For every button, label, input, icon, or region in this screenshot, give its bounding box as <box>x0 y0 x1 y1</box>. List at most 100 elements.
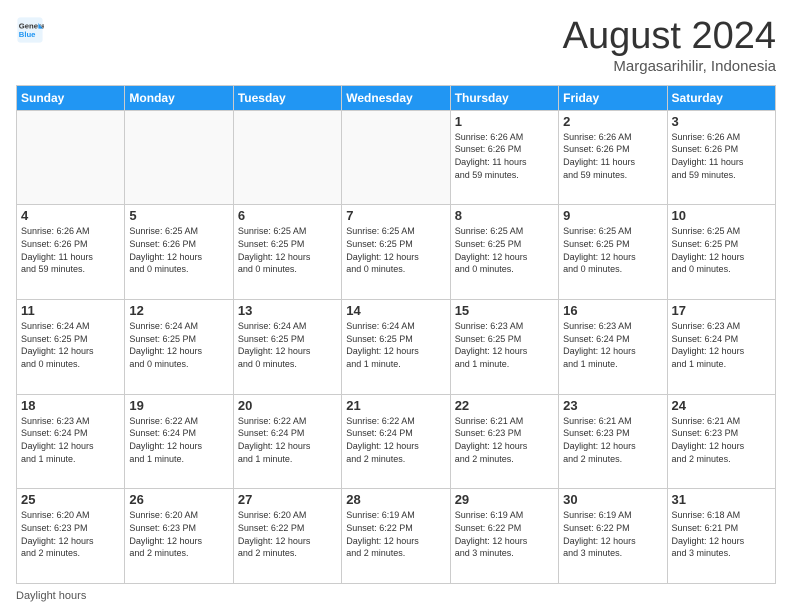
day-number: 16 <box>563 303 662 318</box>
day-number: 17 <box>672 303 771 318</box>
day-number: 14 <box>346 303 445 318</box>
day-info: Sunrise: 6:24 AM Sunset: 6:25 PM Dayligh… <box>21 320 120 370</box>
day-info: Sunrise: 6:26 AM Sunset: 6:26 PM Dayligh… <box>672 131 771 181</box>
day-info: Sunrise: 6:19 AM Sunset: 6:22 PM Dayligh… <box>455 509 554 559</box>
month-title: August 2024 <box>563 16 776 58</box>
day-info: Sunrise: 6:19 AM Sunset: 6:22 PM Dayligh… <box>346 509 445 559</box>
day-number: 22 <box>455 398 554 413</box>
calendar-cell: 25 Sunrise: 6:20 AM Sunset: 6:23 PM Dayli… <box>17 489 125 584</box>
calendar-cell: 30 Sunrise: 6:19 AM Sunset: 6:22 PM Dayli… <box>559 489 667 584</box>
day-number: 19 <box>129 398 228 413</box>
day-info: Sunrise: 6:25 AM Sunset: 6:25 PM Dayligh… <box>672 225 771 275</box>
day-info: Sunrise: 6:26 AM Sunset: 6:26 PM Dayligh… <box>21 225 120 275</box>
footer-daylight: Daylight hours <box>16 590 776 602</box>
calendar-week-4: 18 Sunrise: 6:23 AM Sunset: 6:24 PM Dayli… <box>17 394 776 489</box>
day-number: 28 <box>346 492 445 507</box>
col-tuesday: Tuesday <box>233 85 341 110</box>
calendar-week-3: 11 Sunrise: 6:24 AM Sunset: 6:25 PM Dayli… <box>17 300 776 395</box>
day-info: Sunrise: 6:23 AM Sunset: 6:24 PM Dayligh… <box>672 320 771 370</box>
day-number: 30 <box>563 492 662 507</box>
calendar-cell: 26 Sunrise: 6:20 AM Sunset: 6:23 PM Dayli… <box>125 489 233 584</box>
day-info: Sunrise: 6:19 AM Sunset: 6:22 PM Dayligh… <box>563 509 662 559</box>
calendar-cell: 22Sunrise: 6:21 AM Sunset: 6:23 PM Dayli… <box>450 394 558 489</box>
calendar-cell: 6 Sunrise: 6:25 AM Sunset: 6:25 PM Daylig… <box>233 205 341 300</box>
day-number: 26 <box>129 492 228 507</box>
calendar-cell: 29 Sunrise: 6:19 AM Sunset: 6:22 PM Dayli… <box>450 489 558 584</box>
header: General Blue August 2024 Margasarihilir,… <box>16 16 776 75</box>
calendar-cell: 16 Sunrise: 6:23 AM Sunset: 6:24 PM Dayli… <box>559 300 667 395</box>
day-info: Sunrise: 6:23 AM Sunset: 6:24 PM Dayligh… <box>563 320 662 370</box>
day-number: 31 <box>672 492 771 507</box>
day-number: 4 <box>21 208 120 223</box>
calendar-table: Sunday Monday Tuesday Wednesday Thursday… <box>16 85 776 584</box>
calendar-cell: 19 Sunrise: 6:22 AM Sunset: 6:24 PM Dayli… <box>125 394 233 489</box>
col-monday: Monday <box>125 85 233 110</box>
calendar-cell <box>125 110 233 205</box>
calendar-cell: 17 Sunrise: 6:23 AM Sunset: 6:24 PM Dayli… <box>667 300 775 395</box>
day-number: 24 <box>672 398 771 413</box>
calendar-header-row: Sunday Monday Tuesday Wednesday Thursday… <box>17 85 776 110</box>
day-number: 13 <box>238 303 337 318</box>
day-number: 3 <box>672 114 771 129</box>
calendar-cell: 1 Sunrise: 6:26 AM Sunset: 6:26 PM Daylig… <box>450 110 558 205</box>
calendar-week-1: 1 Sunrise: 6:26 AM Sunset: 6:26 PM Daylig… <box>17 110 776 205</box>
day-info: Sunrise: 6:26 AM Sunset: 6:26 PM Dayligh… <box>455 131 554 181</box>
day-info: Sunrise: 6:22 AM Sunset: 6:24 PM Dayligh… <box>129 415 228 465</box>
title-block: August 2024 Margasarihilir, Indonesia <box>563 16 776 75</box>
day-info: Sunrise: 6:22 AM Sunset: 6:24 PM Dayligh… <box>238 415 337 465</box>
logo: General Blue <box>16 16 44 44</box>
col-sunday: Sunday <box>17 85 125 110</box>
day-number: 20 <box>238 398 337 413</box>
calendar-cell <box>233 110 341 205</box>
calendar-cell: 15Sunrise: 6:23 AM Sunset: 6:25 PM Dayli… <box>450 300 558 395</box>
location: Margasarihilir, Indonesia <box>563 58 776 75</box>
day-info: Sunrise: 6:20 AM Sunset: 6:23 PM Dayligh… <box>129 509 228 559</box>
day-number: 8 <box>455 208 554 223</box>
day-info: Sunrise: 6:21 AM Sunset: 6:23 PM Dayligh… <box>672 415 771 465</box>
day-number: 2 <box>563 114 662 129</box>
calendar-cell: 13Sunrise: 6:24 AM Sunset: 6:25 PM Dayli… <box>233 300 341 395</box>
day-info: Sunrise: 6:26 AM Sunset: 6:26 PM Dayligh… <box>563 131 662 181</box>
calendar-cell: 7 Sunrise: 6:25 AM Sunset: 6:25 PM Daylig… <box>342 205 450 300</box>
day-info: Sunrise: 6:20 AM Sunset: 6:23 PM Dayligh… <box>21 509 120 559</box>
day-info: Sunrise: 6:18 AM Sunset: 6:21 PM Dayligh… <box>672 509 771 559</box>
day-number: 25 <box>21 492 120 507</box>
svg-text:Blue: Blue <box>19 30 36 39</box>
day-info: Sunrise: 6:23 AM Sunset: 6:24 PM Dayligh… <box>21 415 120 465</box>
day-number: 21 <box>346 398 445 413</box>
day-number: 6 <box>238 208 337 223</box>
logo-icon: General Blue <box>16 16 44 44</box>
day-info: Sunrise: 6:24 AM Sunset: 6:25 PM Dayligh… <box>346 320 445 370</box>
calendar-cell <box>17 110 125 205</box>
day-info: Sunrise: 6:21 AM Sunset: 6:23 PM Dayligh… <box>563 415 662 465</box>
day-info: Sunrise: 6:25 AM Sunset: 6:26 PM Dayligh… <box>129 225 228 275</box>
day-number: 11 <box>21 303 120 318</box>
day-number: 27 <box>238 492 337 507</box>
col-friday: Friday <box>559 85 667 110</box>
calendar-cell: 28 Sunrise: 6:19 AM Sunset: 6:22 PM Dayli… <box>342 489 450 584</box>
day-info: Sunrise: 6:22 AM Sunset: 6:24 PM Dayligh… <box>346 415 445 465</box>
calendar-cell: 10 Sunrise: 6:25 AM Sunset: 6:25 PM Dayli… <box>667 205 775 300</box>
calendar-cell: 8 Sunrise: 6:25 AM Sunset: 6:25 PM Daylig… <box>450 205 558 300</box>
calendar-cell: 21 Sunrise: 6:22 AM Sunset: 6:24 PM Dayli… <box>342 394 450 489</box>
calendar-cell: 27Sunrise: 6:20 AM Sunset: 6:22 PM Dayli… <box>233 489 341 584</box>
col-wednesday: Wednesday <box>342 85 450 110</box>
calendar-cell: 5Sunrise: 6:25 AM Sunset: 6:26 PM Daylig… <box>125 205 233 300</box>
day-number: 12 <box>129 303 228 318</box>
day-number: 29 <box>455 492 554 507</box>
day-number: 9 <box>563 208 662 223</box>
day-number: 1 <box>455 114 554 129</box>
day-number: 10 <box>672 208 771 223</box>
day-number: 18 <box>21 398 120 413</box>
day-number: 7 <box>346 208 445 223</box>
calendar-cell: 31 Sunrise: 6:18 AM Sunset: 6:21 PM Dayli… <box>667 489 775 584</box>
calendar-cell: 20 Sunrise: 6:22 AM Sunset: 6:24 PM Dayli… <box>233 394 341 489</box>
calendar-cell: 12Sunrise: 6:24 AM Sunset: 6:25 PM Dayli… <box>125 300 233 395</box>
day-info: Sunrise: 6:25 AM Sunset: 6:25 PM Dayligh… <box>346 225 445 275</box>
day-info: Sunrise: 6:25 AM Sunset: 6:25 PM Dayligh… <box>455 225 554 275</box>
day-number: 15 <box>455 303 554 318</box>
calendar-cell: 9Sunrise: 6:25 AM Sunset: 6:25 PM Daylig… <box>559 205 667 300</box>
day-info: Sunrise: 6:25 AM Sunset: 6:25 PM Dayligh… <box>238 225 337 275</box>
calendar-cell: 14 Sunrise: 6:24 AM Sunset: 6:25 PM Dayli… <box>342 300 450 395</box>
calendar-cell: 4 Sunrise: 6:26 AM Sunset: 6:26 PM Daylig… <box>17 205 125 300</box>
